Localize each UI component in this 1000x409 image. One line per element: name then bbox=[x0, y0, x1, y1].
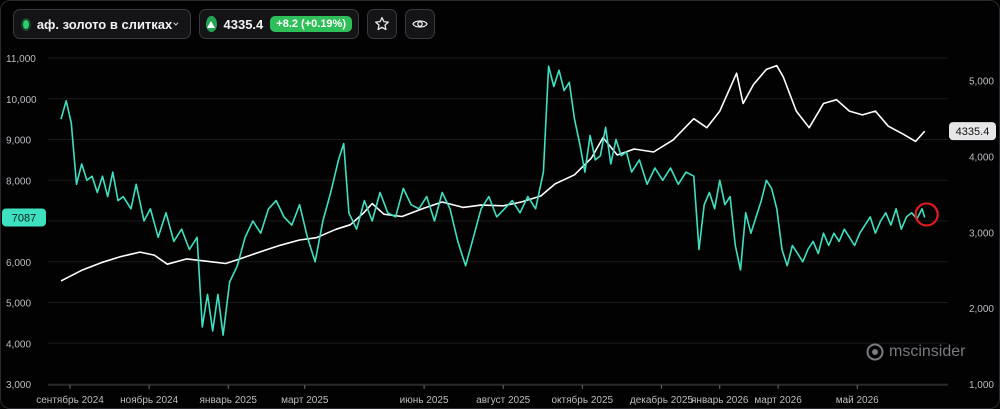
grid-lines bbox=[48, 57, 948, 385]
x-tick-label: август 2025 bbox=[476, 395, 530, 406]
series bbox=[60, 64, 926, 336]
axes: 3,0004,0005,0006,0007,0008,0009,00010,00… bbox=[6, 54, 994, 406]
right-tick-label: 4,000 bbox=[969, 153, 994, 164]
left-tick-label: 4,000 bbox=[6, 339, 31, 350]
right-tick-label: 2,000 bbox=[969, 304, 994, 315]
x-tick-label: сентябрь 2024 bbox=[36, 394, 104, 406]
right-tick-label: 5,000 bbox=[969, 77, 994, 88]
x-tick-label: январь 2026 bbox=[691, 395, 749, 406]
watermark: mscinsider bbox=[866, 343, 965, 361]
price-chart: 3,0004,0005,0006,0007,0008,0009,00010,00… bbox=[2, 54, 996, 406]
x-tick-label: октябрь 2025 bbox=[552, 394, 614, 406]
msc-logo-icon bbox=[866, 343, 884, 361]
left-tick-label: 5,000 bbox=[6, 299, 31, 310]
left-tick-label: 8,000 bbox=[6, 176, 31, 187]
left-tick-label: 11,000 bbox=[6, 54, 36, 65]
x-tick-label: июнь 2025 bbox=[400, 395, 449, 406]
x-tick-label: март 2026 bbox=[754, 395, 802, 406]
right-tick-label: 1,000 bbox=[969, 380, 994, 391]
right-current-value: 4335.4 bbox=[956, 126, 990, 138]
right-tick-label: 3,000 bbox=[969, 228, 994, 239]
left-current-value: 7087 bbox=[12, 212, 36, 224]
left-tick-label: 10,000 bbox=[6, 95, 37, 106]
x-tick-label: май 2026 bbox=[836, 395, 879, 406]
watermark-text: mscinsider bbox=[889, 343, 966, 360]
x-tick-label: март 2025 bbox=[281, 395, 329, 406]
left-tick-label: 3,000 bbox=[6, 380, 31, 391]
x-tick-label: январь 2025 bbox=[200, 395, 258, 406]
x-tick-label: декабрь 2025 bbox=[630, 394, 694, 406]
x-tick-label: ноябрь 2024 bbox=[120, 394, 178, 406]
left-tick-label: 9,000 bbox=[6, 136, 31, 147]
left-tick-label: 6,000 bbox=[6, 258, 31, 269]
